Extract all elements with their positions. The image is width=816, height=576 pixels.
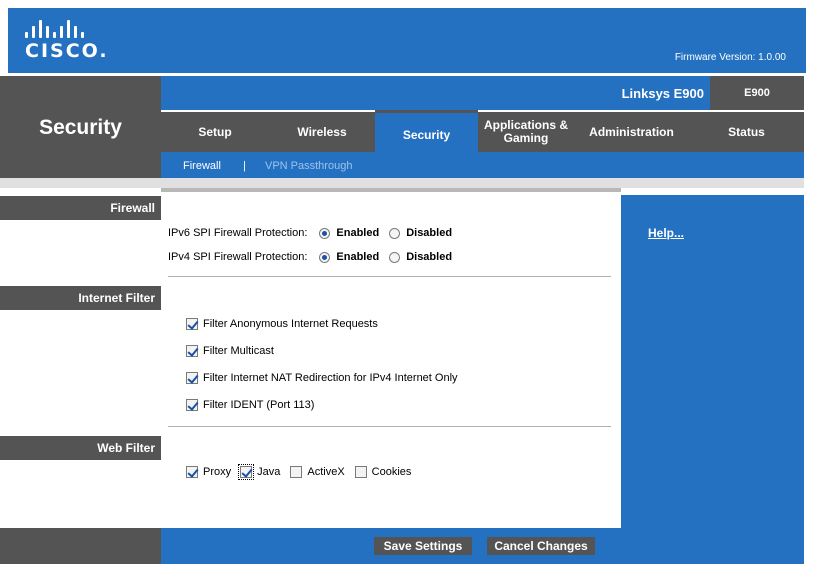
ipv6-enabled-radio[interactable] [319,227,331,239]
filter-nat-redirection-checkbox[interactable] [186,372,198,384]
section-label-web-filter: Web Filter [0,436,161,460]
left-bottom-bar [0,528,161,564]
web-filter-proxy-checkbox[interactable] [186,466,198,478]
divider [168,426,611,427]
ipv4-enabled-radio[interactable] [319,251,331,263]
web-filter-activex-label: ActiveX [307,466,345,478]
router-config-page: CISCO. Firmware Version: 1.0.00 Security… [0,0,816,576]
ipv6-firewall-row: IPv6 SPI Firewall Protection: Enabled Di… [168,227,462,239]
ipv6-firewall-label: IPv6 SPI Firewall Protection: [168,227,308,239]
filter-ident-checkbox[interactable] [186,399,198,411]
ipv4-disabled-label: Disabled [406,251,453,263]
model-bar: Linksys E900 E900 [161,76,804,110]
filter-anonymous-row: Filter Anonymous Internet Requests [186,318,378,330]
ipv4-firewall-label: IPv4 SPI Firewall Protection: [168,251,308,263]
cisco-logo: CISCO. [24,18,107,62]
page-title: Security [39,116,122,139]
filter-ident-row: Filter IDENT (Port 113) [186,399,314,411]
filter-multicast-label: Filter Multicast [203,345,274,357]
cisco-logo-bars-icon [24,18,104,38]
divider [168,276,611,277]
web-filter-row: Proxy Java ActiveX Cookies [186,464,412,480]
filter-nat-redirection-label: Filter Internet NAT Redirection for IPv4… [203,372,458,384]
tab-security[interactable]: Security [375,110,478,152]
filter-anonymous-label: Filter Anonymous Internet Requests [203,318,378,330]
sub-nav: Firewall | VPN Passthrough [161,152,804,178]
tab-setup[interactable]: Setup [161,112,269,152]
filter-ident-label: Filter IDENT (Port 113) [203,399,315,411]
ipv6-disabled-label: Disabled [406,227,453,239]
tab-applications-gaming[interactable]: Applications & Gaming [478,112,574,152]
action-bar: Save Settings Cancel Changes [161,528,621,564]
web-filter-proxy-label: Proxy [203,466,232,478]
web-filter-cookies-checkbox[interactable] [354,466,367,478]
tab-status[interactable]: Status [689,112,804,152]
ipv6-enabled-label: Enabled [336,227,380,239]
help-panel: Help... [621,195,804,564]
filter-multicast-checkbox[interactable] [186,345,198,357]
tab-wireless[interactable]: Wireless [269,112,375,152]
ipv4-firewall-row: IPv4 SPI Firewall Protection: Enabled Di… [168,251,462,263]
web-filter-activex-checkbox[interactable] [290,466,303,478]
filter-anonymous-checkbox[interactable] [186,318,198,330]
subnav-firewall-link[interactable]: Firewall [183,160,221,172]
tab-administration[interactable]: Administration [574,112,689,152]
model-code: E900 [710,76,804,110]
help-link[interactable]: Help... [648,226,684,240]
firmware-version: Firmware Version: 1.0.00 [674,52,786,63]
filter-nat-redirection-row: Filter Internet NAT Redirection for IPv4… [186,372,458,384]
main-tabs: Setup Wireless Security Applications & G… [161,110,804,152]
ipv4-enabled-label: Enabled [336,251,380,263]
web-filter-java-label: Java [257,466,281,478]
separator-strip [0,178,804,188]
subnav-separator: | [243,160,246,172]
subnav-vpn-passthrough-link[interactable]: VPN Passthrough [265,160,352,172]
section-label-firewall: Firewall [0,196,161,220]
save-settings-button[interactable]: Save Settings [374,537,472,555]
ipv6-disabled-radio[interactable] [389,227,401,239]
section-label-internet-filter: Internet Filter [0,286,161,310]
page-title-block: Security [0,76,161,178]
web-filter-cookies-label: Cookies [371,466,412,478]
ipv4-disabled-radio[interactable] [389,251,401,263]
header-bar: CISCO. Firmware Version: 1.0.00 [8,8,806,73]
cancel-changes-button[interactable]: Cancel Changes [487,537,595,555]
model-name: Linksys E900 [621,86,704,101]
filter-multicast-row: Filter Multicast [186,345,274,357]
web-filter-java-checkbox[interactable] [238,464,255,480]
cisco-logo-text: CISCO. [25,40,109,62]
